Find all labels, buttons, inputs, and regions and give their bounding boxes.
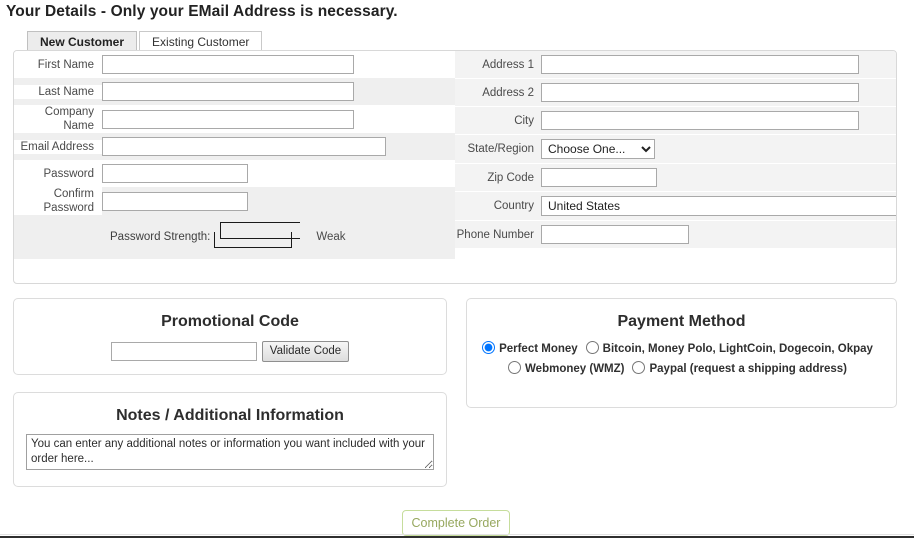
field-row-address-2: Address 2	[455, 79, 896, 107]
field-row-zip-code: Zip Code	[455, 164, 896, 192]
password-input[interactable]	[102, 164, 248, 183]
payment-radio-webmoney[interactable]	[508, 361, 522, 374]
promotional-code-input[interactable]	[110, 342, 257, 361]
payment-radio-perfect-money[interactable]	[482, 341, 496, 354]
promotional-code-title: Promotional Code	[161, 313, 299, 330]
password-strength-label: Password Strength:	[110, 231, 211, 243]
promotional-code-panel: Promotional Code Validate Code	[13, 298, 447, 375]
payment-method-title: Payment Method	[617, 313, 746, 330]
field-row-confirm-password: Confirm Password	[14, 187, 455, 215]
label-first-name: First Name	[14, 57, 102, 72]
label-city: City	[455, 113, 541, 128]
payment-option-paypal[interactable]: Paypal (request a shipping address)	[632, 361, 852, 375]
zip-code-input[interactable]	[541, 168, 657, 187]
password-strength-meter	[214, 222, 306, 252]
payment-label-perfect-money: Perfect Money	[499, 343, 578, 355]
label-email-address: Email Address	[14, 139, 102, 154]
field-row-email-address: Email Address	[14, 133, 455, 160]
field-row-last-name: Last Name	[14, 78, 455, 105]
label-company-name: Company Name	[14, 105, 102, 133]
notes-textarea[interactable]: You can enter any additional notes or in…	[26, 434, 434, 470]
label-address-2: Address 2	[455, 85, 541, 100]
notes-panel: Notes / Additional Information You can e…	[13, 392, 447, 487]
payment-method-options: Perfect Money Bitcoin, Money Polo, LightC…	[475, 339, 888, 379]
footer-divider-light	[0, 534, 914, 535]
payment-label-paypal: Paypal (request a shipping address)	[649, 363, 847, 375]
password-strength-row: Password Strength: Weak	[14, 215, 455, 259]
payment-option-webmoney[interactable]: Webmoney (WMZ)	[508, 361, 630, 375]
notes-title: Notes / Additional Information	[116, 407, 344, 424]
field-row-country: Country United States	[455, 192, 896, 221]
field-row-first-name: First Name	[14, 51, 455, 78]
details-right-column: Address 1 Address 2 City State/Region Ch…	[455, 51, 896, 283]
checkout-page: Your Details - Only your EMail Address i…	[0, 0, 914, 539]
payment-radio-bitcoin[interactable]	[585, 341, 599, 354]
promotional-code-row: Validate Code	[14, 341, 446, 362]
last-name-input[interactable]	[102, 82, 354, 101]
label-address-1: Address 1	[455, 57, 541, 72]
payment-option-bitcoin[interactable]: Bitcoin, Money Polo, LightCoin, Dogecoin…	[585, 341, 879, 355]
validate-code-button[interactable]: Validate Code	[261, 341, 350, 362]
field-row-city: City	[455, 107, 896, 135]
password-strength-meter-bar	[214, 232, 293, 248]
address-2-input[interactable]	[541, 83, 859, 102]
label-last-name: Last Name	[14, 84, 102, 99]
field-row-company-name: Company Name	[14, 105, 455, 133]
label-country: Country	[455, 199, 541, 213]
phone-number-input[interactable]	[541, 225, 689, 244]
label-state-region: State/Region	[455, 142, 541, 156]
country-select[interactable]: United States	[541, 196, 896, 216]
email-address-input[interactable]	[102, 137, 386, 156]
confirm-password-input[interactable]	[102, 191, 248, 211]
field-row-address-1: Address 1	[455, 51, 896, 79]
address-1-input[interactable]	[541, 55, 859, 74]
label-confirm-password: Confirm Password	[14, 187, 102, 215]
payment-radio-paypal[interactable]	[632, 361, 646, 374]
footer-divider	[0, 536, 914, 538]
complete-order-button[interactable]: Complete Order	[402, 510, 510, 536]
field-row-password: Password	[14, 160, 455, 187]
field-row-phone-number: Phone Number	[455, 221, 896, 249]
state-region-select[interactable]: Choose One...	[541, 139, 655, 159]
city-input[interactable]	[541, 111, 859, 130]
password-strength-verdict: Weak	[316, 231, 346, 243]
details-left-column: First Name Last Name Company Name Email …	[14, 51, 455, 283]
payment-method-panel: Payment Method Perfect Money Bitcoin, Mon…	[466, 298, 897, 408]
payment-option-perfect-money[interactable]: Perfect Money	[482, 341, 584, 355]
label-zip-code: Zip Code	[455, 170, 541, 185]
page-title: Your Details - Only your EMail Address i…	[6, 3, 398, 20]
payment-label-webmoney: Webmoney (WMZ)	[525, 363, 625, 375]
first-name-input[interactable]	[102, 55, 354, 74]
label-password: Password	[14, 166, 102, 181]
field-row-state-region: State/Region Choose One...	[455, 135, 896, 164]
label-phone-number: Phone Number	[455, 227, 541, 242]
payment-label-bitcoin: Bitcoin, Money Polo, LightCoin, Dogecoin…	[602, 343, 873, 355]
details-panel: First Name Last Name Company Name Email …	[13, 50, 897, 284]
company-name-input[interactable]	[102, 109, 354, 129]
